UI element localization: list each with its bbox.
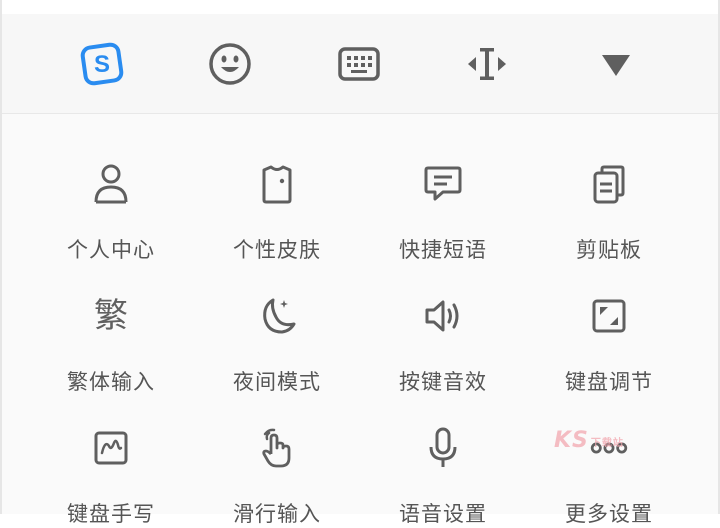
moon-icon	[257, 296, 297, 336]
clipboard-icon	[589, 164, 629, 204]
sogou-logo-icon: S	[79, 41, 125, 91]
grid-item-personal-center[interactable]: 个人中心	[26, 124, 196, 262]
grid-item-swipe-input[interactable]: 滑行输入	[192, 388, 362, 526]
user-icon	[91, 164, 131, 204]
cursor-move-icon	[464, 41, 510, 91]
grid-item-clipboard[interactable]: 剪贴板	[524, 124, 694, 262]
chat-bubble-icon	[423, 164, 463, 204]
site-watermark: KS 下载站	[554, 428, 624, 453]
keyboard-icon	[336, 41, 382, 91]
emoji-button[interactable]	[202, 38, 258, 94]
grid-item-night-mode[interactable]: 夜间模式	[192, 256, 362, 394]
swipe-hand-icon	[257, 428, 297, 468]
traditional-char-icon: 繁	[91, 296, 131, 336]
keyboard-toolbar: S	[2, 14, 718, 114]
cursor-move-button[interactable]	[459, 38, 515, 94]
sogou-logo-button[interactable]: S	[74, 38, 130, 94]
handwriting-icon	[91, 428, 131, 468]
emoji-icon	[207, 41, 253, 91]
grid-item-label: 键盘手写	[67, 502, 155, 526]
feature-grid: 个人中心 个性皮肤 快捷短语 剪贴板 繁 繁体输入 夜间模式 按键音效 键盘调节…	[2, 114, 718, 526]
collapse-triangle-icon	[596, 44, 636, 88]
top-strip	[2, 0, 718, 14]
traditional-char-glyph: 繁	[94, 296, 128, 336]
sogou-logo-letter: S	[94, 51, 110, 78]
speaker-icon	[423, 296, 463, 336]
watermark-text: KS	[554, 428, 589, 453]
grid-item-label: 滑行输入	[233, 502, 321, 526]
collapse-keyboard-button[interactable]	[588, 38, 644, 94]
keyboard-button[interactable]	[331, 38, 387, 94]
keyboard-menu-panel: S 个人中心 个性皮肤 快捷短语 剪贴板 繁 繁体输入 夜间模式 按键音效 键盘…	[0, 0, 720, 526]
grid-item-skin[interactable]: 个性皮肤	[192, 124, 362, 262]
skin-shirt-icon	[257, 164, 297, 204]
watermark-sub: 下载站	[590, 437, 624, 449]
grid-item-handwriting[interactable]: 键盘手写	[26, 388, 196, 526]
grid-item-voice-settings[interactable]: 语音设置	[358, 388, 528, 526]
grid-item-keyboard-adjust[interactable]: 键盘调节	[524, 256, 694, 394]
microphone-icon	[423, 427, 463, 468]
grid-item-key-sound[interactable]: 按键音效	[358, 256, 528, 394]
grid-item-label: 语音设置	[399, 502, 487, 526]
grid-item-traditional-input[interactable]: 繁 繁体输入	[26, 256, 196, 394]
grid-item-label: 更多设置	[565, 502, 653, 526]
grid-item-quick-phrases[interactable]: 快捷短语	[358, 124, 528, 262]
resize-square-icon	[589, 296, 629, 336]
